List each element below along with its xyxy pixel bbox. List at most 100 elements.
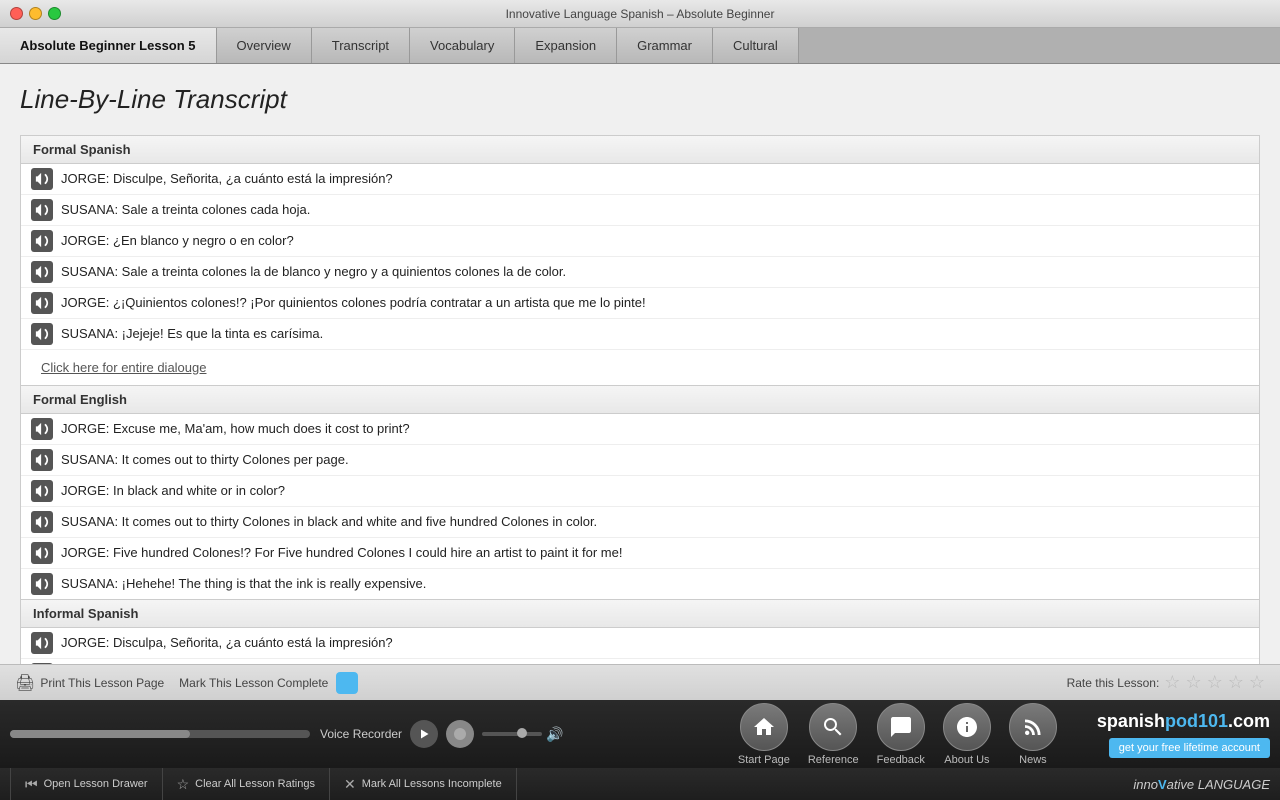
click-dialog-link[interactable]: Click here for entire dialouge: [31, 354, 216, 381]
dialog-line: SUSANA: It comes out to thirty Colones p…: [21, 445, 1259, 476]
minimize-button[interactable]: [29, 7, 42, 20]
dialog-text: JORGE: Excuse me, Ma'am, how much does i…: [61, 420, 410, 438]
print-button[interactable]: 🖨 Print This Lesson Page: [15, 673, 164, 693]
tab-grammar[interactable]: Grammar: [617, 28, 713, 63]
speaker-icon[interactable]: [31, 632, 53, 654]
dialog-text: JORGE: Disculpe, Señorita, ¿a cuánto est…: [61, 170, 393, 188]
dialog-text: JORGE: Disculpa, Señorita, ¿a cuánto est…: [61, 634, 393, 652]
brand-cta-button[interactable]: get your free lifetime account: [1109, 738, 1270, 758]
window-title: Innovative Language Spanish – Absolute B…: [506, 7, 775, 21]
footer-brand: innoVative LANGUAGE: [1133, 777, 1270, 792]
speaker-icon[interactable]: [31, 199, 53, 221]
nav-icons: Start Page Reference Feedback About Us: [738, 703, 1057, 766]
section-formal-spanish: Formal Spanish JORGE: Disculpe, Señorita…: [20, 135, 1260, 386]
news-icon: [1009, 703, 1057, 751]
speaker-icon[interactable]: [31, 323, 53, 345]
click-entire-dialog[interactable]: Click here for entire dialouge: [21, 350, 1259, 385]
speaker-icon[interactable]: [31, 292, 53, 314]
scrollable-content[interactable]: Line-By-Line Transcript Formal Spanish J…: [0, 64, 1280, 664]
rate-lesson: Rate this Lesson: ☆ ☆ ☆ ☆ ☆: [1067, 672, 1265, 693]
print-icon: 🖨: [15, 673, 35, 693]
speaker-icon[interactable]: [31, 449, 53, 471]
star-2[interactable]: ☆: [1185, 672, 1201, 693]
mark-complete-label: Mark This Lesson Complete: [179, 676, 328, 690]
volume-thumb: [517, 728, 527, 738]
speaker-icon[interactable]: [31, 663, 53, 664]
section-header-informal-spanish: Informal Spanish: [21, 600, 1259, 628]
speaker-icon[interactable]: [31, 418, 53, 440]
dialog-line: SUSANA: It comes out to thirty Colones i…: [21, 507, 1259, 538]
nav-about-us[interactable]: About Us: [943, 703, 991, 766]
speaker-icon[interactable]: [31, 230, 53, 252]
record-button[interactable]: [446, 720, 474, 748]
dialog-line: SUSANA: Sale a treinta colones la de bla…: [21, 257, 1259, 288]
dialog-line: SUSANA: ¡Hehehe! The thing is that the i…: [21, 569, 1259, 599]
tab-expansion[interactable]: Expansion: [515, 28, 617, 63]
start-page-label: Start Page: [738, 754, 790, 766]
tab-overview[interactable]: Overview: [217, 28, 312, 63]
nav-news[interactable]: News: [1009, 703, 1057, 766]
window-controls: [10, 7, 61, 20]
main-window: Absolute Beginner Lesson 5 Overview Tran…: [0, 28, 1280, 800]
tab-vocabulary[interactable]: Vocabulary: [410, 28, 515, 63]
feedback-label: Feedback: [877, 754, 925, 766]
section-header-formal-english: Formal English: [21, 386, 1259, 414]
dialog-text: JORGE: ¿¡Quinientos colones!? ¡Por quini…: [61, 294, 646, 312]
close-button[interactable]: [10, 7, 23, 20]
tab-lesson[interactable]: Absolute Beginner Lesson 5: [0, 28, 217, 63]
dialog-text: SUSANA: Sale a treinta colones la de bla…: [61, 263, 566, 281]
dialog-line: JORGE: In black and white or in color?: [21, 476, 1259, 507]
dialog-text: SUSANA: It comes out to thirty Colones p…: [61, 451, 349, 469]
volume-icon: 🔊: [546, 726, 563, 743]
speaker-icon[interactable]: [31, 261, 53, 283]
bottom-action-bar: 🖨 Print This Lesson Page Mark This Lesso…: [0, 664, 1280, 700]
branding-area: spanishpod101.com get your free lifetime…: [1097, 711, 1270, 758]
rate-label: Rate this Lesson:: [1067, 676, 1160, 690]
section-header-formal-spanish: Formal Spanish: [21, 136, 1259, 164]
voice-recorder: Voice Recorder 🔊: [320, 720, 698, 748]
dialog-line: JORGE: Excuse me, Ma'am, how much does i…: [21, 414, 1259, 445]
star-5[interactable]: ☆: [1249, 672, 1265, 693]
clear-ratings-button[interactable]: ☆ Clear All Lesson Ratings: [163, 768, 330, 800]
play-button[interactable]: [410, 720, 438, 748]
star-4[interactable]: ☆: [1228, 672, 1244, 693]
speaker-icon[interactable]: [31, 511, 53, 533]
content-area: Line-By-Line Transcript Formal Spanish J…: [0, 64, 1280, 700]
start-page-icon: [740, 703, 788, 751]
dialog-line-partial: [21, 659, 1259, 664]
tab-cultural[interactable]: Cultural: [713, 28, 799, 63]
nav-reference[interactable]: Reference: [808, 703, 859, 766]
star-3[interactable]: ☆: [1207, 672, 1223, 693]
dialog-text: SUSANA: It comes out to thirty Colones i…: [61, 513, 597, 531]
dialog-text: JORGE: In black and white or in color?: [61, 482, 285, 500]
voice-recorder-label: Voice Recorder: [320, 727, 402, 741]
tab-transcript[interactable]: Transcript: [312, 28, 410, 63]
tab-bar: Absolute Beginner Lesson 5 Overview Tran…: [0, 28, 1280, 64]
feedback-icon: [877, 703, 925, 751]
mark-complete-button[interactable]: Mark This Lesson Complete: [179, 672, 358, 694]
progress-bar[interactable]: [10, 730, 310, 738]
print-label: Print This Lesson Page: [40, 676, 164, 690]
speaker-icon[interactable]: [31, 168, 53, 190]
speaker-icon[interactable]: [31, 480, 53, 502]
dialog-line: JORGE: Five hundred Colones!? For Five h…: [21, 538, 1259, 569]
mark-complete-checkbox[interactable]: [336, 672, 358, 694]
dialog-text: SUSANA: ¡Hehehe! The thing is that the i…: [61, 575, 426, 593]
speaker-icon[interactable]: [31, 573, 53, 595]
nav-start-page[interactable]: Start Page: [738, 703, 790, 766]
open-lesson-drawer-button[interactable]: ⏮ Open Lesson Drawer: [10, 768, 163, 800]
section-informal-spanish: Informal Spanish JORGE: Disculpa, Señori…: [20, 600, 1260, 664]
dialog-line: JORGE: Disculpe, Señorita, ¿a cuánto est…: [21, 164, 1259, 195]
maximize-button[interactable]: [48, 7, 61, 20]
volume-slider[interactable]: 🔊: [482, 726, 563, 743]
mark-incomplete-button[interactable]: ✕ Mark All Lessons Incomplete: [330, 768, 517, 800]
nav-feedback[interactable]: Feedback: [877, 703, 925, 766]
star-1[interactable]: ☆: [1164, 672, 1180, 693]
reference-label: Reference: [808, 754, 859, 766]
media-bar: Voice Recorder 🔊 Start Page: [0, 700, 1280, 768]
mark-incomplete-label: Mark All Lessons Incomplete: [362, 778, 502, 790]
about-us-icon: [943, 703, 991, 751]
speaker-icon[interactable]: [31, 542, 53, 564]
dialog-line: JORGE: Disculpa, Señorita, ¿a cuánto est…: [21, 628, 1259, 659]
brand-name: spanishpod101.com: [1097, 711, 1270, 732]
